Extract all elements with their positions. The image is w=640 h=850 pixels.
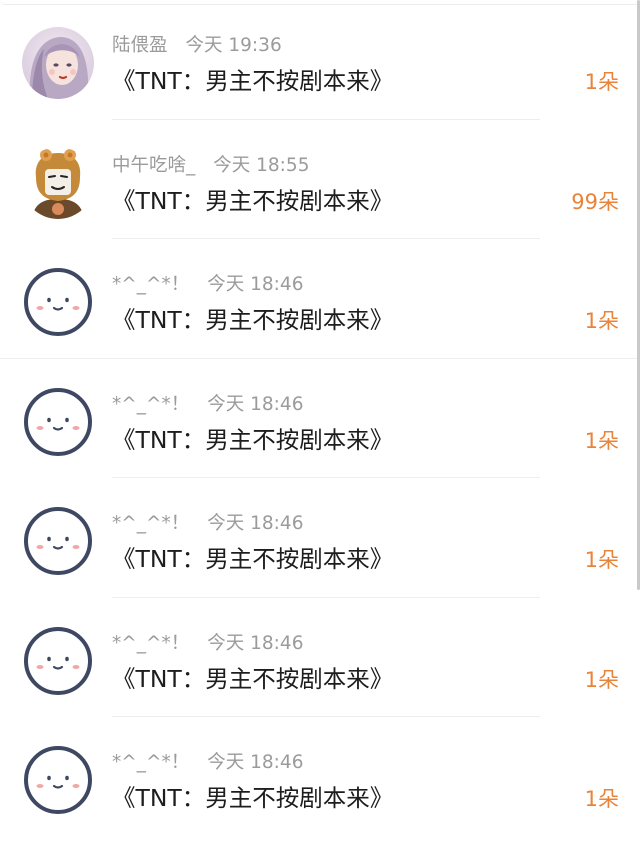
sender-name[interactable]: *^_^*！ [112,274,189,295]
list-item[interactable]: *^_^*！ 今天 18:46 《TNT：男主不按剧本来》 1朵 [0,239,640,359]
gift-count: 99朵 [571,189,619,214]
smiley-face-avatar[interactable] [22,625,94,697]
message-time: 今天 18:46 [207,632,304,654]
gift-record-list: 陆偎盈 今天 19:36 《TNT：男主不按剧本来》 1朵 中午吃啥_ 今天 1… [0,0,640,837]
message-meta: 陆偎盈 今天 19:36 [112,33,282,59]
message-meta: *^_^*！ 今天 18:46 [112,511,303,537]
list-item[interactable]: 中午吃啥_ 今天 18:55 《TNT：男主不按剧本来》 99朵 [0,120,640,239]
book-title[interactable]: 《TNT：男主不按剧本来》 [112,780,393,816]
smiley-face-avatar[interactable] [22,386,94,458]
book-title[interactable]: 《TNT：男主不按剧本来》 [112,541,393,577]
message-time: 今天 18:55 [213,154,310,176]
sender-name[interactable]: *^_^*！ [112,633,189,654]
message-meta: *^_^*！ 今天 18:46 [112,272,303,298]
gift-count: 1朵 [584,70,619,94]
message-meta: *^_^*！ 今天 18:46 [112,631,303,657]
gift-count: 1朵 [584,309,619,333]
message-meta: *^_^*！ 今天 18:46 [112,750,303,776]
gift-count: 1朵 [584,667,619,692]
book-title[interactable]: 《TNT：男主不按剧本来》 [112,661,393,697]
list-item[interactable]: *^_^*！ 今天 18:46 《TNT：男主不按剧本来》 1朵 [0,598,640,717]
book-title[interactable]: 《TNT：男主不按剧本来》 [112,422,393,458]
message-time: 今天 19:36 [185,35,282,56]
book-title[interactable]: 《TNT：男主不按剧本来》 [112,63,393,99]
list-item[interactable]: *^_^*！ 今天 18:46 《TNT：男主不按剧本来》 1朵 [0,478,640,598]
meme-face-avatar[interactable] [22,146,94,219]
smiley-face-avatar[interactable] [22,505,94,577]
sender-name[interactable]: *^_^*！ [112,394,189,415]
gift-count: 1朵 [584,787,619,811]
sender-name[interactable]: *^_^*！ [112,513,189,534]
message-meta: *^_^*！ 今天 18:46 [112,392,303,418]
list-item[interactable]: *^_^*！ 今天 18:46 《TNT：男主不按剧本来》 1朵 [0,717,640,837]
smiley-face-avatar[interactable] [22,744,94,816]
girl-portrait-avatar[interactable] [22,27,94,99]
gift-count: 1朵 [584,548,619,572]
sender-name[interactable]: *^_^*！ [112,752,189,773]
message-time: 今天 18:46 [207,393,304,415]
list-item[interactable]: 陆偎盈 今天 19:36 《TNT：男主不按剧本来》 1朵 [0,0,640,120]
message-time: 今天 18:46 [207,274,304,295]
sender-name[interactable]: 中午吃啥_ [112,155,195,176]
smiley-face-avatar[interactable] [22,266,94,338]
message-meta: 中午吃啥_ 今天 18:55 [112,153,309,179]
gift-count: 1朵 [584,428,619,453]
message-time: 今天 18:46 [207,513,304,534]
book-title[interactable]: 《TNT：男主不按剧本来》 [112,302,393,338]
book-title[interactable]: 《TNT：男主不按剧本来》 [112,183,393,219]
list-item[interactable]: *^_^*！ 今天 18:46 《TNT：男主不按剧本来》 1朵 [0,359,640,478]
sender-name[interactable]: 陆偎盈 [112,35,168,56]
message-time: 今天 18:46 [207,752,304,773]
